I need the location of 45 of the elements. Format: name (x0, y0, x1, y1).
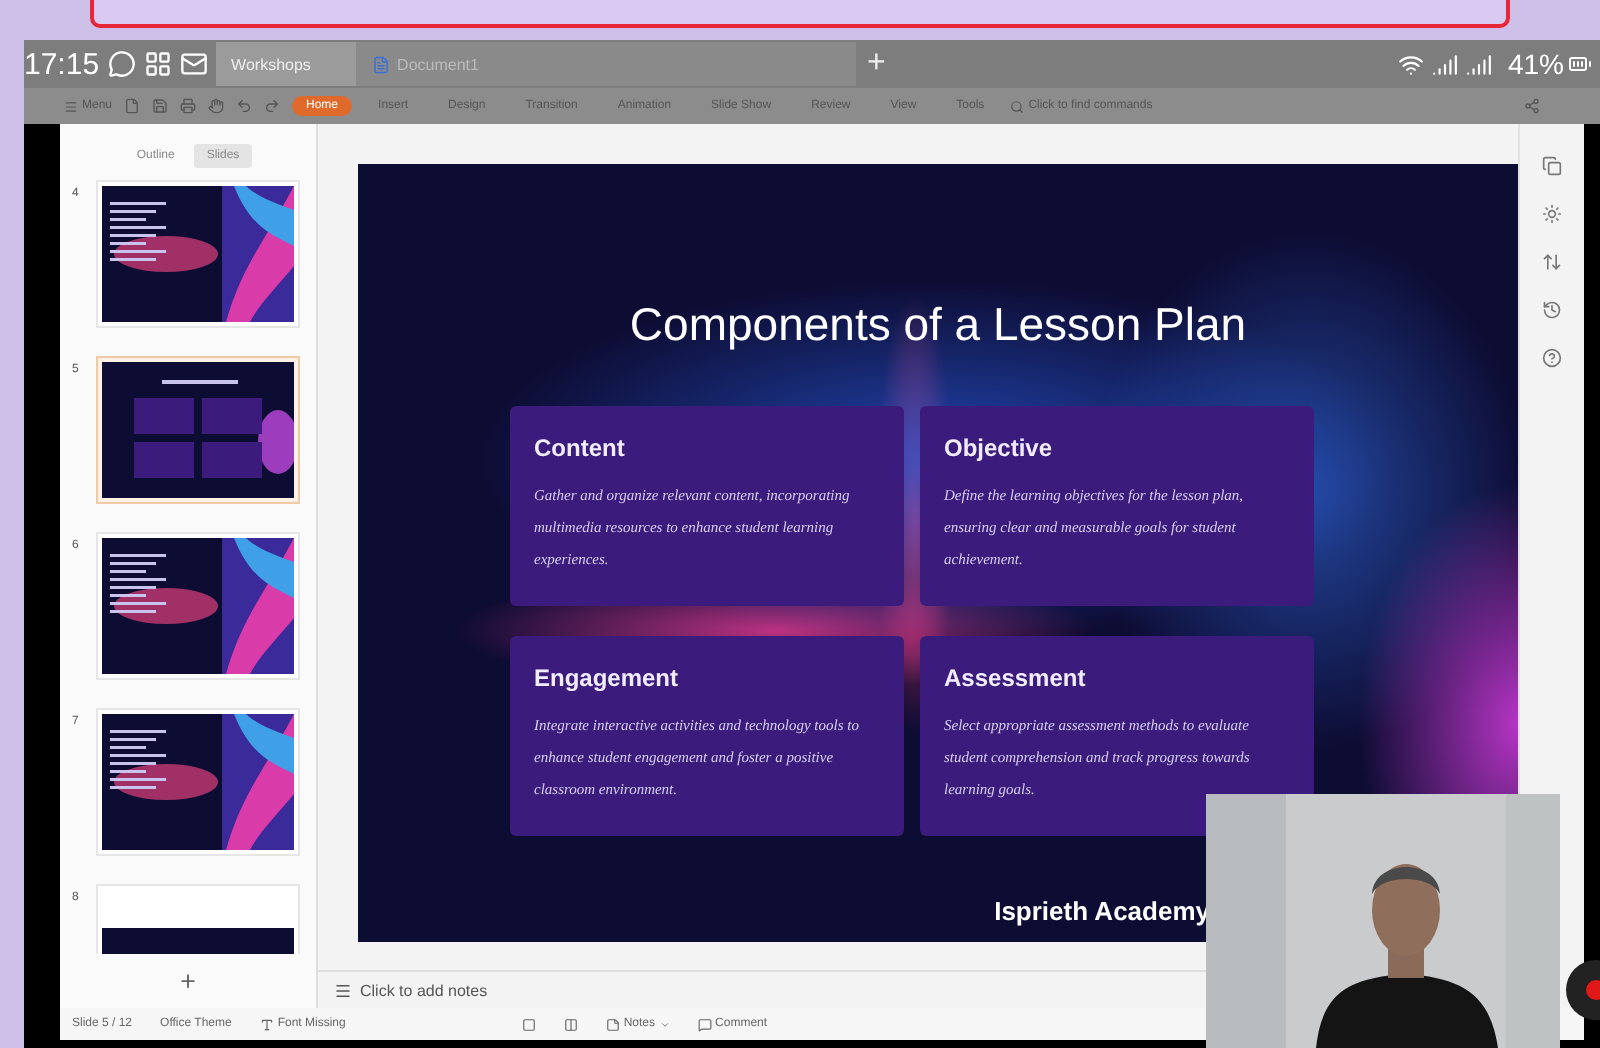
card-heading: Content (534, 434, 627, 462)
new-file-icon[interactable] (124, 98, 141, 114)
hand-icon[interactable] (208, 98, 225, 114)
search-icon (1010, 99, 1025, 113)
slide-thumbnail[interactable] (96, 180, 300, 328)
page-icon[interactable] (521, 1017, 536, 1031)
notes-icon (334, 981, 352, 999)
undo-icon[interactable] (236, 98, 253, 114)
card-heading: Assessment (944, 664, 1088, 692)
columns-icon[interactable] (563, 1017, 578, 1031)
battery-icon (1568, 52, 1592, 76)
app-icon (143, 50, 172, 78)
help-icon[interactable] (1542, 348, 1562, 368)
slide-thumbnail[interactable] (96, 356, 300, 504)
mail-icon (179, 50, 208, 78)
slide-title: Components of a Lesson Plan (627, 298, 1249, 352)
browser-tab[interactable]: Workshops (215, 42, 356, 86)
card-heading: Objective (944, 434, 1055, 462)
caret-icon (659, 1019, 670, 1029)
notes-field[interactable]: Click to add notes (360, 981, 488, 999)
redo-icon[interactable] (264, 98, 281, 114)
share-icon[interactable] (1524, 98, 1540, 114)
copy-icon[interactable] (1542, 156, 1562, 176)
chat-icon (107, 50, 136, 78)
academy-name: Isprieth Academy (994, 896, 1210, 926)
signal-icon (1465, 51, 1492, 77)
menu-icon (64, 99, 78, 113)
sun-icon[interactable] (1542, 204, 1562, 224)
new-tab-button[interactable]: + (855, 46, 898, 82)
battery-level: 41% (1507, 48, 1564, 80)
signal-icon (1431, 51, 1458, 77)
slide-thumbnail[interactable] (96, 708, 300, 856)
card-heading: Engagement (534, 664, 681, 692)
print-icon[interactable] (180, 98, 197, 114)
transfer-icon[interactable] (1542, 252, 1562, 272)
history-icon[interactable] (1542, 300, 1562, 320)
comment-icon (697, 1017, 712, 1031)
notes-icon (605, 1017, 620, 1031)
clock-time: 17:15 (24, 47, 102, 81)
slide-thumbnail[interactable] (96, 532, 300, 680)
document-icon (371, 55, 390, 73)
save-icon[interactable] (152, 98, 169, 114)
add-slide-button[interactable]: + (180, 954, 196, 1008)
font-icon (259, 1017, 274, 1031)
wifi-icon (1397, 51, 1424, 77)
